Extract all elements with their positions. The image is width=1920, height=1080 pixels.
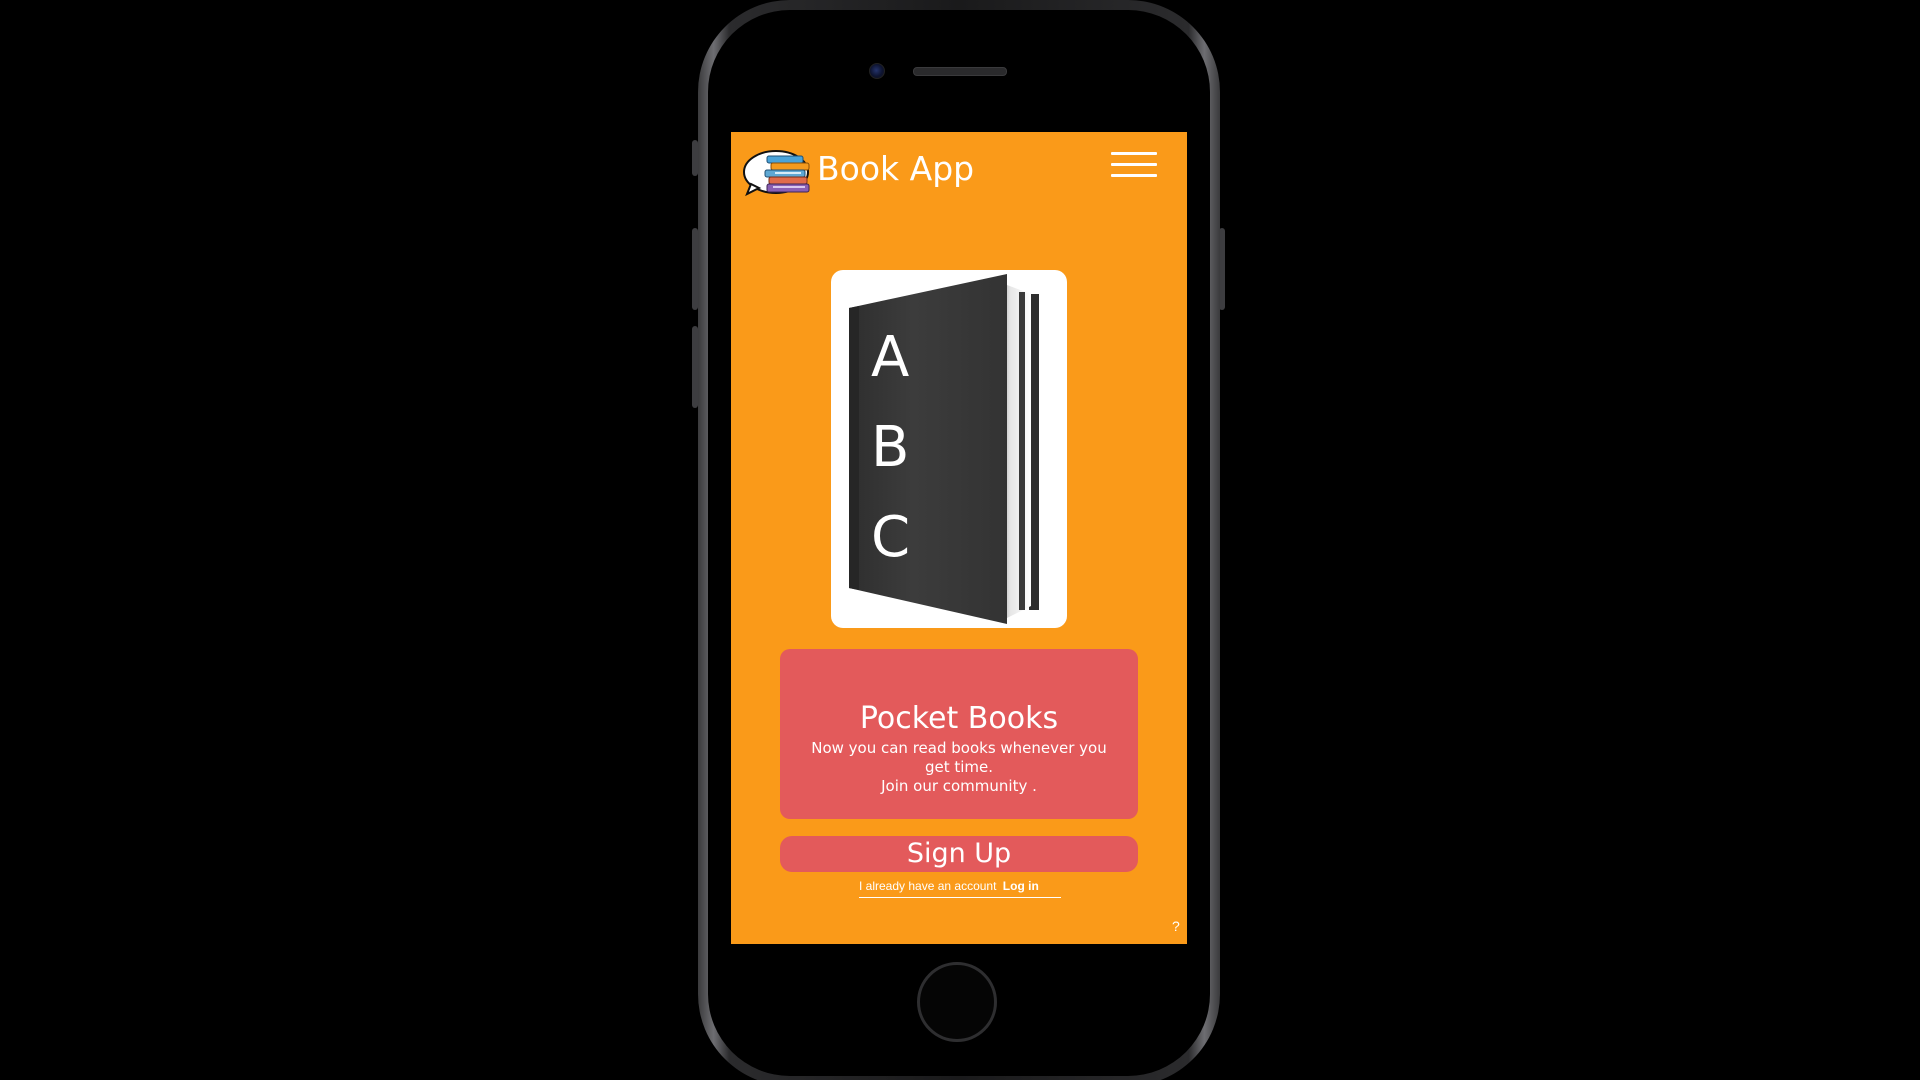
earpiece-speaker <box>913 67 1007 76</box>
promo-description: Now you can read books whenever you get … <box>800 739 1118 796</box>
menu-bar <box>1111 163 1157 166</box>
menu-bar <box>1111 174 1157 177</box>
book-letter-c: C <box>871 505 911 570</box>
home-button[interactable] <box>917 962 997 1042</box>
log-in-link[interactable]: Log in <box>1003 879 1039 893</box>
abc-book-image: A B C <box>831 270 1067 628</box>
book-icon <box>849 274 1039 624</box>
login-prompt: I already have an account Log in <box>859 877 1061 898</box>
app-screen: Book App A B C Pocket Books Now you can … <box>731 132 1187 944</box>
front-camera-icon <box>869 63 885 79</box>
promo-card: Pocket Books Now you can read books when… <box>780 649 1138 819</box>
promo-line: Now you can read books whenever you <box>811 739 1107 757</box>
app-title: Book App <box>817 149 975 188</box>
book-letter-a: A <box>871 325 910 390</box>
account-text: I already have an account <box>859 879 997 893</box>
stacked-books-logo-icon[interactable] <box>743 148 811 198</box>
help-link[interactable]: ? <box>1172 918 1180 934</box>
promo-line: get time. <box>924 758 994 776</box>
stage: Book App A B C Pocket Books Now you can … <box>0 0 1920 1080</box>
sign-up-button[interactable]: Sign Up <box>780 836 1138 872</box>
book-letter-b: B <box>871 415 910 480</box>
menu-bar <box>1111 152 1157 155</box>
promo-line: Join our community . <box>881 777 1037 795</box>
app-header: Book App <box>731 132 1187 212</box>
hamburger-menu-icon[interactable] <box>1111 150 1159 182</box>
promo-title: Pocket Books <box>859 701 1059 736</box>
